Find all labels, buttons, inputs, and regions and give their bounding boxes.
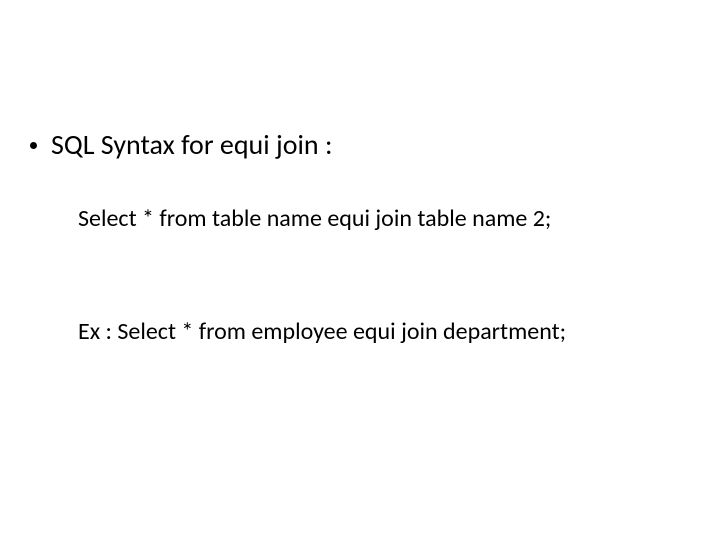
bullet-dot-icon bbox=[30, 142, 37, 149]
bullet-text: SQL Syntax for equi join : bbox=[51, 128, 332, 162]
slide: SQL Syntax for equi join : Select * from… bbox=[0, 0, 720, 540]
bullet-item: SQL Syntax for equi join : bbox=[30, 128, 332, 162]
syntax-line: Select * from table name equi join table… bbox=[78, 205, 551, 234]
example-line: Ex : Select * from employee equi join de… bbox=[78, 318, 566, 347]
